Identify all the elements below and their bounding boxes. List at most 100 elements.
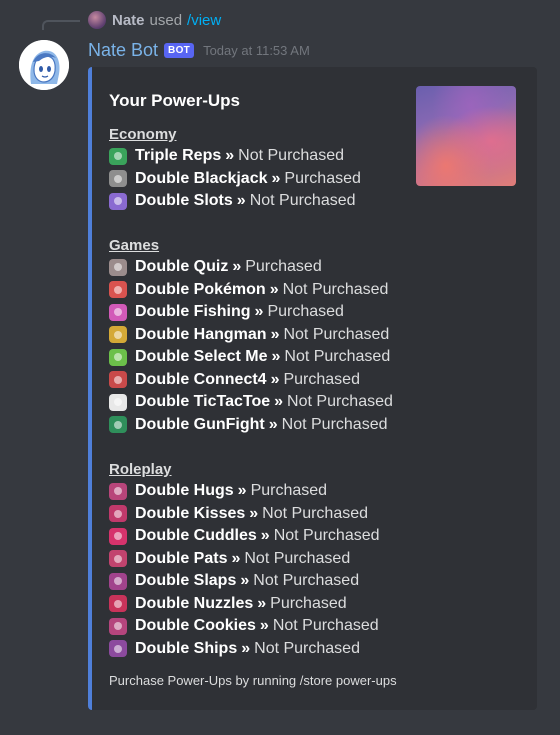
author-username[interactable]: Nate Bot (88, 40, 158, 61)
separator: » (271, 348, 281, 366)
pats-icon (109, 550, 127, 568)
list-item: Double Hugs» Purchased (109, 480, 380, 503)
embed-thumbnail-image[interactable] (416, 86, 516, 186)
powerup-name: Double Nuzzles (135, 594, 254, 612)
reply-username[interactable]: Nate (112, 12, 145, 29)
purchase-status: Not Purchased (238, 147, 344, 165)
blackjack-icon (109, 170, 127, 188)
powerup-name: Double Quiz (135, 258, 229, 276)
list-item: Double Cookies» Not Purchased (109, 615, 380, 638)
purchase-status: Purchased (267, 303, 344, 321)
connect4-icon (109, 371, 127, 389)
powerup-name: Double Pats (135, 549, 228, 567)
list-item: Triple Reps» Not Purchased (109, 145, 361, 168)
purchase-status: Not Purchased (283, 325, 390, 343)
purchase-status: Not Purchased (249, 192, 356, 210)
powerup-name: Double TicTacToe (135, 393, 271, 411)
purchase-status: Purchased (250, 482, 328, 500)
purchase-status: Not Purchased (253, 572, 360, 590)
separator: » (270, 325, 280, 343)
section-games: Games Double Quiz» Purchased Double Pokémo… (109, 236, 393, 436)
list-item: Double Quiz» Purchased (109, 256, 393, 279)
ships-icon (109, 640, 127, 658)
powerup-name: Double GunFight (135, 415, 265, 433)
separator: » (260, 527, 270, 545)
purchase-status: Purchased (245, 258, 322, 276)
bot-badge: BOT (164, 42, 195, 58)
reply-command[interactable]: /view (187, 12, 221, 29)
powerup-name: Double Slaps (135, 572, 237, 590)
powerup-name: Double Blackjack (135, 169, 268, 187)
purchase-status: Not Purchased (254, 639, 360, 657)
list-item: Double Nuzzles» Purchased (109, 593, 380, 616)
slaps-icon (109, 572, 127, 590)
pokemon-icon (109, 281, 127, 299)
separator: » (236, 192, 246, 210)
separator: » (232, 258, 242, 276)
reply-connector-line (42, 20, 80, 30)
list-item: Double Ships» Not Purchased (109, 638, 380, 661)
purchase-status: Not Purchased (262, 504, 369, 522)
powerup-name: Double Kisses (135, 504, 246, 522)
section-heading: Roleplay (109, 461, 172, 478)
purchase-status: Not Purchased (244, 549, 351, 567)
section-roleplay: Roleplay Double Hugs» Purchased Double Kis… (109, 460, 380, 660)
gunfight-icon (109, 416, 127, 434)
purchase-status: Purchased (270, 594, 347, 612)
separator: » (249, 504, 259, 522)
list-item: Double Cuddles» Not Purchased (109, 525, 380, 548)
purchase-status: Purchased (284, 169, 361, 187)
list-item: Double Slaps» Not Purchased (109, 570, 380, 593)
powerup-name: Double Select Me (135, 348, 268, 366)
powerup-name: Double Fishing (135, 303, 251, 321)
message-header: Nate Bot BOT Today at 11:53 AM (88, 38, 310, 62)
hugs-icon (109, 482, 127, 500)
separator: » (270, 370, 280, 388)
reply-avatar[interactable] (88, 11, 106, 29)
powerup-name: Double Slots (135, 192, 233, 210)
list-item: Double Connect4» Purchased (109, 369, 393, 392)
separator: » (268, 415, 278, 433)
section-heading: Economy (109, 126, 177, 143)
list-item: Double Fishing» Purchased (109, 301, 393, 324)
reply-context[interactable]: Nate used /view (88, 10, 221, 30)
powerup-name: Double Pokémon (135, 280, 266, 298)
powerup-name: Double Hugs (135, 482, 234, 500)
section-heading: Games (109, 237, 160, 254)
separator: » (257, 594, 267, 612)
select-me-icon (109, 348, 127, 366)
purchase-status: Purchased (283, 370, 360, 388)
reps-icon (109, 147, 127, 165)
purchase-status: Not Purchased (281, 415, 388, 433)
separator: » (269, 280, 279, 298)
nuzzles-icon (109, 595, 127, 613)
avatar[interactable] (19, 40, 69, 90)
fishing-icon (109, 303, 127, 321)
hangman-icon (109, 326, 127, 344)
embed-footer: Purchase Power-Ups by running /store pow… (109, 673, 397, 688)
list-item: Double GunFight» Not Purchased (109, 414, 393, 437)
section-economy: Economy Triple Reps» Not Purchased Double … (109, 125, 361, 213)
list-item: Double Pats» Not Purchased (109, 548, 380, 571)
separator: » (254, 303, 264, 321)
list-item: Double Blackjack» Purchased (109, 168, 361, 191)
separator: » (225, 147, 235, 165)
purchase-status: Not Purchased (284, 348, 391, 366)
purchase-status: Not Purchased (273, 527, 380, 545)
embed-title: Your Power-Ups (109, 91, 240, 110)
tictactoe-icon (109, 393, 127, 411)
powerup-name: Double Connect4 (135, 370, 267, 388)
powerup-name: Double Hangman (135, 325, 267, 343)
separator: » (231, 549, 241, 567)
separator: » (241, 639, 251, 657)
reply-used-text: used (149, 11, 183, 29)
cookies-icon (109, 617, 127, 635)
list-item: Double TicTacToe» Not Purchased (109, 391, 393, 414)
embed-card: Your Power-Ups Economy Triple Reps» Not P… (88, 67, 537, 710)
quiz-icon (109, 258, 127, 276)
separator: » (271, 169, 281, 187)
purchase-status: Not Purchased (282, 280, 389, 298)
slots-icon (109, 192, 127, 210)
message-timestamp[interactable]: Today at 11:53 AM (203, 43, 310, 58)
purchase-status: Not Purchased (287, 393, 393, 411)
